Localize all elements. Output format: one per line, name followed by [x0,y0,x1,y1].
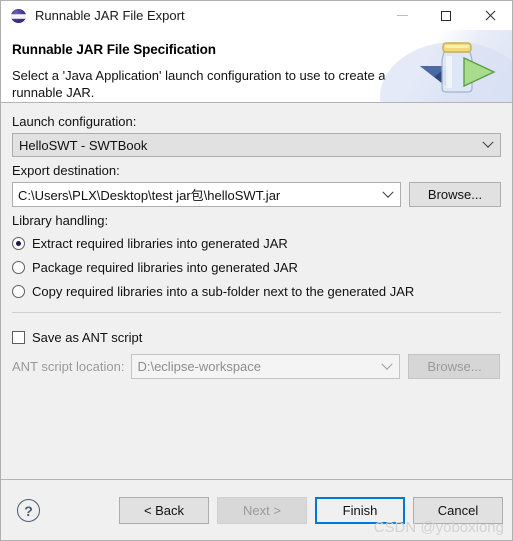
runnable-jar-export-dialog: Runnable JAR File Export Runnable JAR Fi… [0,0,513,541]
save-ant-script-row[interactable]: Save as ANT script [12,327,142,347]
ant-script-location-row: ANT script location: D:\eclipse-workspac… [12,354,501,379]
close-icon [484,10,496,22]
radio-copy-libraries[interactable]: Copy required libraries into a sub-folde… [12,279,501,303]
window-controls [380,1,512,30]
dialog-button-bar: < Back Next > Finish Cancel [119,497,503,524]
title-bar: Runnable JAR File Export [1,1,512,30]
export-destination-combo[interactable]: C:\Users\PLX\Desktop\test jar包\helloSWT.… [12,182,401,207]
jar-sphere-icon [11,8,27,24]
library-handling-label: Library handling: [12,213,109,228]
library-handling-radio-group: Extract required libraries into generate… [12,231,501,303]
ant-script-location-label: ANT script location: [12,359,125,374]
window-title: Runnable JAR File Export [35,8,185,23]
chevron-down-icon[interactable] [375,363,399,371]
page-description: Select a 'Java Application' launch confi… [12,68,386,100]
radio-button-icon[interactable] [12,284,25,298]
chevron-down-icon[interactable] [376,191,400,199]
ant-script-location-value: D:\eclipse-workspace [137,359,262,374]
help-icon[interactable]: ? [17,499,40,522]
export-destination-row: C:\Users\PLX\Desktop\test jar包\helloSWT.… [12,182,501,207]
maximize-icon [441,10,451,21]
finish-button[interactable]: Finish [315,497,405,524]
dialog-footer: ? < Back Next > Finish Cancel CSDN @yobo… [1,479,512,540]
close-button[interactable] [468,1,512,30]
radio-extract-libraries-label: Extract required libraries into generate… [32,235,288,251]
radio-extract-libraries[interactable]: Extract required libraries into generate… [12,231,501,255]
radio-button-icon[interactable] [12,260,25,274]
chevron-down-icon[interactable] [476,141,500,149]
radio-package-libraries[interactable]: Package required libraries into generate… [12,255,501,279]
checkbox-icon[interactable] [12,330,25,344]
radio-copy-libraries-label: Copy required libraries into a sub-folde… [32,283,415,299]
radio-package-libraries-label: Package required libraries into generate… [32,259,298,275]
launch-configuration-combo[interactable]: HelloSWT - SWTBook [12,133,501,157]
export-destination-value: C:\Users\PLX\Desktop\test jar包\helloSWT.… [18,188,281,203]
maximize-button[interactable] [424,1,468,30]
launch-configuration-value: HelloSWT - SWTBook [19,137,148,153]
cancel-button[interactable]: Cancel [413,497,503,524]
section-divider [12,312,501,313]
launch-configuration-label: Launch configuration: [12,114,137,129]
radio-button-icon[interactable] [12,236,25,250]
dialog-content: Launch configuration: HelloSWT - SWTBook… [1,103,512,479]
export-browse-button[interactable]: Browse... [409,182,501,207]
back-button[interactable]: < Back [119,497,209,524]
ant-browse-button[interactable]: Browse... [408,354,501,379]
wizard-header: Runnable JAR File Specification Select a… [1,30,512,103]
minimize-icon [396,15,408,16]
save-ant-script-label: Save as ANT script [32,329,143,345]
minimize-button[interactable] [380,1,424,30]
page-title: Runnable JAR File Specification [12,42,216,57]
export-destination-label: Export destination: [12,163,120,178]
next-button: Next > [217,497,307,524]
jar-with-green-arrow-icon [380,30,512,102]
ant-script-location-combo[interactable]: D:\eclipse-workspace [131,354,401,379]
